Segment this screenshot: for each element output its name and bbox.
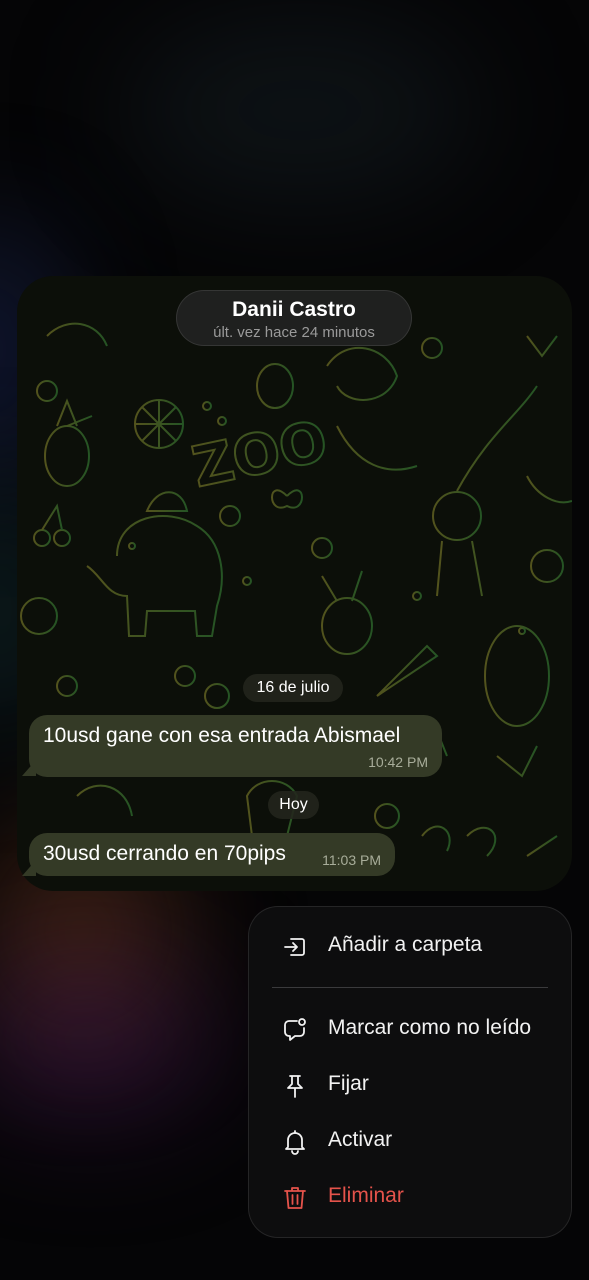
contact-last-seen: últ. vez hace 24 minutos (213, 324, 375, 341)
menu-item-label: Fijar (328, 1072, 369, 1095)
menu-divider (272, 987, 548, 988)
message-bubble[interactable]: 10usd gane con esa entrada Abismael 10:4… (29, 715, 442, 777)
menu-item-mark-unread[interactable]: Marcar como no leído (248, 1001, 572, 1057)
message-text: 30usd cerrando en 70pips (43, 842, 286, 865)
menu-item-label: Eliminar (328, 1184, 404, 1207)
menu-item-delete[interactable]: Eliminar (248, 1169, 572, 1225)
chat-header[interactable]: Danii Castro últ. vez hace 24 minutos (176, 290, 412, 346)
menu-item-pin[interactable]: Fijar (248, 1057, 572, 1113)
svg-text:ZOO: ZOO (187, 409, 333, 501)
contact-name: Danii Castro (232, 298, 356, 321)
menu-item-label: Activar (328, 1128, 393, 1151)
pin-icon (287, 1075, 303, 1098)
message-bubble[interactable]: 30usd cerrando en 70pips 11:03 PM (29, 833, 395, 876)
context-menu: Añadir a carpeta Marcar como no leído Fi… (248, 906, 572, 1238)
bell-icon (285, 1130, 305, 1155)
message-text: 10usd gane con esa entrada Abismael (43, 724, 401, 747)
folder-add-icon (284, 938, 305, 956)
menu-item-unmute[interactable]: Activar (248, 1113, 572, 1169)
trash-icon (284, 1187, 306, 1209)
message-time: 11:03 PM (322, 852, 381, 868)
menu-item-label: Añadir a carpeta (328, 933, 483, 956)
menu-item-add-to-folder[interactable]: Añadir a carpeta (248, 918, 572, 974)
date-separator: Hoy (268, 791, 319, 819)
date-separator: 16 de julio (243, 674, 343, 702)
menu-item-label: Marcar como no leído (328, 1016, 532, 1039)
message-time: 10:42 PM (368, 754, 428, 770)
mark-unread-icon (284, 1018, 306, 1041)
